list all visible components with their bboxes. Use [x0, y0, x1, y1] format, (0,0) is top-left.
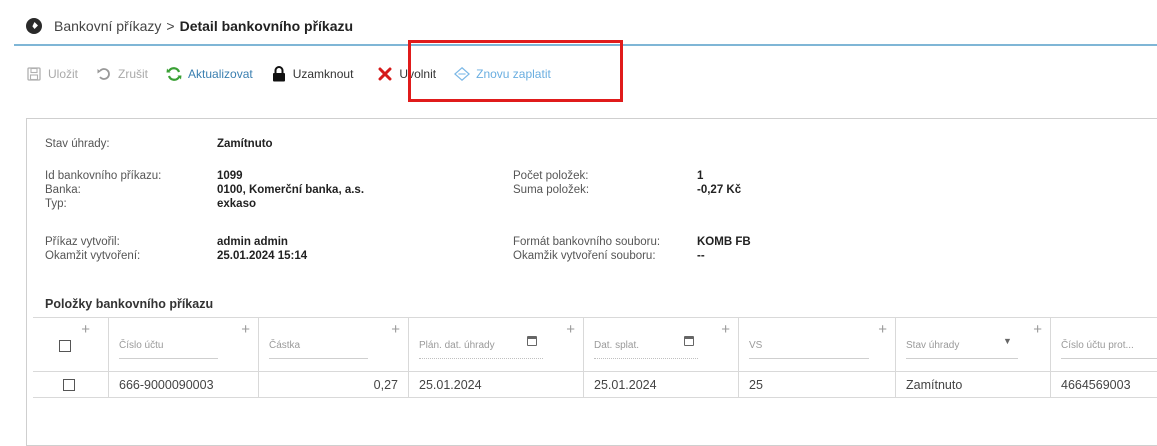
- refresh-button[interactable]: Aktualizovat: [166, 66, 253, 82]
- breadcrumb-parent-link[interactable]: Bankovní příkazy: [54, 18, 161, 34]
- refresh-icon: [166, 66, 182, 82]
- format-label: Formát bankovního souboru:: [513, 236, 661, 248]
- created-at-label: Okamžit vytvoření:: [45, 250, 141, 262]
- file-created-label: Okamžik vytvoření souboru:: [513, 250, 656, 262]
- row-select-cell: [33, 372, 109, 397]
- breadcrumb: Bankovní příkazy > Detail bankovního příka…: [54, 18, 353, 34]
- type-label: Typ:: [45, 198, 67, 210]
- created-at-value: 25.01.2024 15:14: [217, 250, 308, 262]
- add-column-icon[interactable]: +: [721, 322, 730, 337]
- floppy-icon: [26, 66, 42, 82]
- breadcrumb-separator: >: [166, 18, 175, 34]
- add-column-icon[interactable]: +: [241, 322, 250, 337]
- add-column-icon[interactable]: +: [878, 322, 887, 337]
- bank-label: Banka:: [45, 184, 81, 196]
- save-label: Uložit: [48, 67, 79, 81]
- column-header-status[interactable]: Stav úhrady ▼ +: [896, 318, 1051, 371]
- planned-date-cell: 25.01.2024: [409, 372, 584, 397]
- x-icon: [377, 66, 393, 82]
- lock-icon: [271, 66, 287, 82]
- id-value: 1099: [217, 170, 243, 182]
- column-header-amount[interactable]: Částka +: [259, 318, 409, 371]
- status-label: Stav úhrady:: [45, 138, 110, 150]
- lock-label: Uzamknout: [292, 67, 354, 81]
- sum-label: Suma položek:: [513, 184, 590, 196]
- format-value: KOMB FB: [697, 236, 751, 248]
- calendar-icon[interactable]: [527, 336, 537, 346]
- grid-header: + Číslo účtu + Částka + Plán. dat. úhrad…: [33, 318, 1157, 372]
- file-created-value: --: [697, 250, 705, 262]
- chevron-down-icon[interactable]: ▼: [1003, 336, 1012, 346]
- refresh-label: Aktualizovat: [188, 67, 253, 81]
- add-column-icon[interactable]: +: [566, 322, 575, 337]
- status-cell: Zamítnuto: [896, 372, 1051, 397]
- items-section-title: Položky bankovního příkazu: [45, 297, 214, 311]
- counter-account-cell: 4664569003: [1061, 378, 1131, 392]
- status-value: Zamítnuto: [217, 138, 273, 150]
- created-by-label: Příkaz vytvořil:: [45, 236, 120, 248]
- add-column-icon[interactable]: +: [391, 322, 400, 337]
- id-label: Id bankovního příkazu:: [45, 170, 162, 182]
- count-value: 1: [697, 170, 704, 182]
- lock-button[interactable]: Uzamknout: [271, 66, 354, 82]
- column-header-vs[interactable]: VS +: [739, 318, 896, 371]
- row-checkbox[interactable]: [63, 379, 75, 391]
- save-button[interactable]: Uložit: [26, 66, 78, 82]
- cancel-button[interactable]: Zrušit: [96, 66, 148, 82]
- add-column-icon[interactable]: +: [81, 322, 90, 337]
- type-value: exkaso: [217, 198, 257, 210]
- sum-value: -0,27 Kč: [697, 184, 742, 196]
- vs-cell: 25: [739, 372, 896, 397]
- cancel-label: Zrušit: [118, 67, 149, 81]
- page-title: Detail bankovního příkazu: [179, 18, 354, 34]
- highlight-box: [408, 40, 623, 102]
- items-grid: + Číslo účtu + Částka + Plán. dat. úhrad…: [33, 317, 1157, 398]
- column-header-account[interactable]: Číslo účtu +: [109, 318, 259, 371]
- calendar-icon[interactable]: [684, 336, 694, 346]
- bank-value: 0100, Komerční banka, a.s.: [217, 184, 365, 196]
- select-all-checkbox[interactable]: [59, 340, 71, 352]
- count-label: Počet položek:: [513, 170, 589, 182]
- column-header-due-date[interactable]: Dat. splat. +: [584, 318, 739, 371]
- select-all-column-header: +: [33, 318, 109, 371]
- detail-panel: Stav úhrady: Zamítnuto Id bankovního pří…: [26, 118, 1157, 446]
- due-date-cell: 25.01.2024: [584, 372, 739, 397]
- column-header-counter-account[interactable]: Číslo účtu prot...: [1051, 318, 1157, 371]
- account-cell: 666-9000090003: [109, 372, 259, 397]
- table-row[interactable]: 666-9000090003 0,27 25.01.2024 25.01.202…: [33, 372, 1157, 398]
- add-column-icon[interactable]: +: [1033, 322, 1042, 337]
- created-by-value: admin admin: [217, 236, 288, 248]
- column-header-planned-date[interactable]: Plán. dat. úhrady +: [409, 318, 584, 371]
- app-logo-icon: [26, 18, 42, 34]
- amount-cell: 0,27: [259, 372, 409, 397]
- undo-icon: [96, 66, 112, 82]
